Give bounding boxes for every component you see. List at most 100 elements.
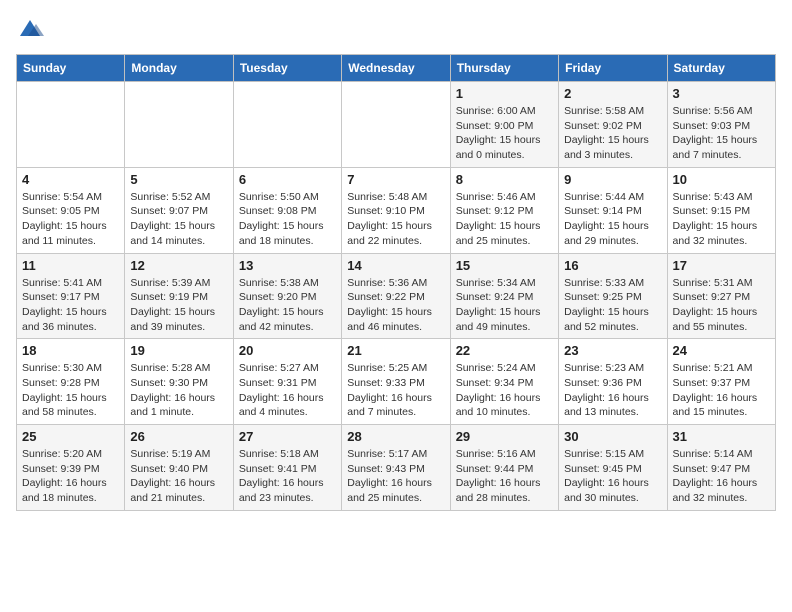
calendar-cell: 16 Sunrise: 5:33 AM Sunset: 9:25 PM Dayli…: [559, 253, 667, 339]
weekday-header: Tuesday: [233, 55, 341, 82]
calendar-cell: 12 Sunrise: 5:39 AM Sunset: 9:19 PM Dayli…: [125, 253, 233, 339]
day-info: Sunrise: 5:21 AM Sunset: 9:37 PM Dayligh…: [673, 361, 770, 420]
day-info: Sunrise: 5:39 AM Sunset: 9:19 PM Dayligh…: [130, 276, 227, 335]
calendar-week-row: 11 Sunrise: 5:41 AM Sunset: 9:17 PM Dayli…: [17, 253, 776, 339]
calendar-cell: 24 Sunrise: 5:21 AM Sunset: 9:37 PM Dayli…: [667, 339, 775, 425]
day-number: 20: [239, 343, 336, 358]
day-info: Sunrise: 5:17 AM Sunset: 9:43 PM Dayligh…: [347, 447, 444, 506]
calendar-cell: 13 Sunrise: 5:38 AM Sunset: 9:20 PM Dayli…: [233, 253, 341, 339]
day-info: Sunrise: 5:20 AM Sunset: 9:39 PM Dayligh…: [22, 447, 119, 506]
day-number: 16: [564, 258, 661, 273]
day-info: Sunrise: 5:56 AM Sunset: 9:03 PM Dayligh…: [673, 104, 770, 163]
day-info: Sunrise: 5:34 AM Sunset: 9:24 PM Dayligh…: [456, 276, 553, 335]
calendar-cell: 7Sunrise: 5:48 AM Sunset: 9:10 PM Daylig…: [342, 167, 450, 253]
day-number: 13: [239, 258, 336, 273]
day-info: Sunrise: 5:33 AM Sunset: 9:25 PM Dayligh…: [564, 276, 661, 335]
day-info: Sunrise: 5:54 AM Sunset: 9:05 PM Dayligh…: [22, 190, 119, 249]
day-info: Sunrise: 5:25 AM Sunset: 9:33 PM Dayligh…: [347, 361, 444, 420]
day-number: 5: [130, 172, 227, 187]
calendar-week-row: 4 Sunrise: 5:54 AM Sunset: 9:05 PM Daylig…: [17, 167, 776, 253]
logo-icon: [16, 16, 44, 44]
day-info: Sunrise: 5:18 AM Sunset: 9:41 PM Dayligh…: [239, 447, 336, 506]
weekday-header: Wednesday: [342, 55, 450, 82]
day-number: 17: [673, 258, 770, 273]
day-info: Sunrise: 5:43 AM Sunset: 9:15 PM Dayligh…: [673, 190, 770, 249]
day-info: Sunrise: 5:28 AM Sunset: 9:30 PM Dayligh…: [130, 361, 227, 420]
day-number: 6: [239, 172, 336, 187]
day-info: Sunrise: 5:52 AM Sunset: 9:07 PM Dayligh…: [130, 190, 227, 249]
day-info: Sunrise: 6:00 AM Sunset: 9:00 PM Dayligh…: [456, 104, 553, 163]
day-info: Sunrise: 5:16 AM Sunset: 9:44 PM Dayligh…: [456, 447, 553, 506]
calendar-cell: 19 Sunrise: 5:28 AM Sunset: 9:30 PM Dayli…: [125, 339, 233, 425]
weekday-header: Sunday: [17, 55, 125, 82]
calendar-week-row: 25Sunrise: 5:20 AM Sunset: 9:39 PM Dayli…: [17, 425, 776, 511]
day-number: 1: [456, 86, 553, 101]
day-number: 19: [130, 343, 227, 358]
day-number: 27: [239, 429, 336, 444]
day-number: 10: [673, 172, 770, 187]
day-number: 30: [564, 429, 661, 444]
day-info: Sunrise: 5:15 AM Sunset: 9:45 PM Dayligh…: [564, 447, 661, 506]
day-info: Sunrise: 5:38 AM Sunset: 9:20 PM Dayligh…: [239, 276, 336, 335]
calendar-cell: 8Sunrise: 5:46 AM Sunset: 9:12 PM Daylig…: [450, 167, 558, 253]
calendar-cell: 10 Sunrise: 5:43 AM Sunset: 9:15 PM Dayli…: [667, 167, 775, 253]
calendar-cell: 29 Sunrise: 5:16 AM Sunset: 9:44 PM Dayli…: [450, 425, 558, 511]
day-info: Sunrise: 5:30 AM Sunset: 9:28 PM Dayligh…: [22, 361, 119, 420]
calendar-cell: 27 Sunrise: 5:18 AM Sunset: 9:41 PM Dayli…: [233, 425, 341, 511]
calendar-cell: 14Sunrise: 5:36 AM Sunset: 9:22 PM Dayli…: [342, 253, 450, 339]
calendar-cell: 2Sunrise: 5:58 AM Sunset: 9:02 PM Daylig…: [559, 82, 667, 168]
day-info: Sunrise: 5:24 AM Sunset: 9:34 PM Dayligh…: [456, 361, 553, 420]
calendar-cell: 31Sunrise: 5:14 AM Sunset: 9:47 PM Dayli…: [667, 425, 775, 511]
day-info: Sunrise: 5:50 AM Sunset: 9:08 PM Dayligh…: [239, 190, 336, 249]
calendar-cell: 15 Sunrise: 5:34 AM Sunset: 9:24 PM Dayli…: [450, 253, 558, 339]
calendar-cell: 18 Sunrise: 5:30 AM Sunset: 9:28 PM Dayli…: [17, 339, 125, 425]
calendar-header-row: SundayMondayTuesdayWednesdayThursdayFrid…: [17, 55, 776, 82]
day-number: 8: [456, 172, 553, 187]
calendar-cell: 9 Sunrise: 5:44 AM Sunset: 9:14 PM Daylig…: [559, 167, 667, 253]
day-info: Sunrise: 5:27 AM Sunset: 9:31 PM Dayligh…: [239, 361, 336, 420]
calendar-week-row: 1 Sunrise: 6:00 AM Sunset: 9:00 PM Daylig…: [17, 82, 776, 168]
day-info: Sunrise: 5:41 AM Sunset: 9:17 PM Dayligh…: [22, 276, 119, 335]
day-number: 2: [564, 86, 661, 101]
calendar-cell: 3 Sunrise: 5:56 AM Sunset: 9:03 PM Daylig…: [667, 82, 775, 168]
day-number: 24: [673, 343, 770, 358]
day-number: 21: [347, 343, 444, 358]
weekday-header: Thursday: [450, 55, 558, 82]
calendar-cell: 23Sunrise: 5:23 AM Sunset: 9:36 PM Dayli…: [559, 339, 667, 425]
calendar-cell: 1 Sunrise: 6:00 AM Sunset: 9:00 PM Daylig…: [450, 82, 558, 168]
day-number: 9: [564, 172, 661, 187]
day-number: 3: [673, 86, 770, 101]
calendar-table: SundayMondayTuesdayWednesdayThursdayFrid…: [16, 54, 776, 511]
weekday-header: Friday: [559, 55, 667, 82]
day-number: 4: [22, 172, 119, 187]
day-info: Sunrise: 5:44 AM Sunset: 9:14 PM Dayligh…: [564, 190, 661, 249]
calendar-cell: [17, 82, 125, 168]
day-number: 18: [22, 343, 119, 358]
calendar-cell: [342, 82, 450, 168]
day-info: Sunrise: 5:19 AM Sunset: 9:40 PM Dayligh…: [130, 447, 227, 506]
calendar-cell: [233, 82, 341, 168]
calendar-cell: 26Sunrise: 5:19 AM Sunset: 9:40 PM Dayli…: [125, 425, 233, 511]
calendar-cell: 25Sunrise: 5:20 AM Sunset: 9:39 PM Dayli…: [17, 425, 125, 511]
calendar-cell: 5 Sunrise: 5:52 AM Sunset: 9:07 PM Daylig…: [125, 167, 233, 253]
calendar-cell: 17 Sunrise: 5:31 AM Sunset: 9:27 PM Dayli…: [667, 253, 775, 339]
day-number: 15: [456, 258, 553, 273]
day-number: 14: [347, 258, 444, 273]
day-info: Sunrise: 5:48 AM Sunset: 9:10 PM Dayligh…: [347, 190, 444, 249]
calendar-week-row: 18 Sunrise: 5:30 AM Sunset: 9:28 PM Dayli…: [17, 339, 776, 425]
day-number: 28: [347, 429, 444, 444]
calendar-cell: 6 Sunrise: 5:50 AM Sunset: 9:08 PM Daylig…: [233, 167, 341, 253]
day-info: Sunrise: 5:31 AM Sunset: 9:27 PM Dayligh…: [673, 276, 770, 335]
calendar-cell: 21 Sunrise: 5:25 AM Sunset: 9:33 PM Dayli…: [342, 339, 450, 425]
day-number: 12: [130, 258, 227, 273]
day-number: 22: [456, 343, 553, 358]
weekday-header: Monday: [125, 55, 233, 82]
day-number: 29: [456, 429, 553, 444]
day-number: 23: [564, 343, 661, 358]
calendar-cell: 20 Sunrise: 5:27 AM Sunset: 9:31 PM Dayli…: [233, 339, 341, 425]
weekday-header: Saturday: [667, 55, 775, 82]
calendar-cell: 30 Sunrise: 5:15 AM Sunset: 9:45 PM Dayli…: [559, 425, 667, 511]
calendar-cell: 11 Sunrise: 5:41 AM Sunset: 9:17 PM Dayli…: [17, 253, 125, 339]
day-number: 11: [22, 258, 119, 273]
day-info: Sunrise: 5:14 AM Sunset: 9:47 PM Dayligh…: [673, 447, 770, 506]
